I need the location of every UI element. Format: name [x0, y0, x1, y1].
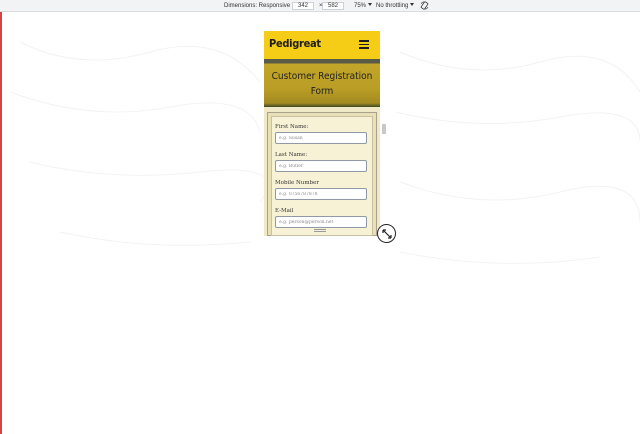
width-input[interactable]: 342: [292, 2, 314, 10]
drag-grip-icon[interactable]: [314, 229, 326, 232]
throttling-dropdown[interactable]: No throttling: [376, 2, 415, 10]
email-label: E-Mail: [275, 208, 294, 214]
caret-down-icon: [410, 3, 415, 6]
navbar: Pedigreat: [264, 31, 380, 59]
registration-form: First Name: Last Name: Mobile Number E-M…: [267, 112, 377, 236]
last-name-label: Last Name:: [275, 152, 308, 158]
hamburger-menu-icon[interactable]: [359, 40, 369, 49]
dimensions-label: Dimensions: Responsive: [224, 3, 291, 9]
devtools-toolbar: Dimensions: Responsive 342 × 582 75% No …: [0, 0, 640, 12]
zoom-dropdown[interactable]: 75%: [354, 2, 373, 10]
last-name-input[interactable]: [275, 160, 367, 172]
device-viewport[interactable]: Pedigreat Customer Registration Form Fir…: [264, 31, 380, 236]
first-name-label: First Name:: [275, 124, 309, 130]
brand-logo[interactable]: Pedigreat: [269, 37, 321, 50]
hero-title: Customer Registration Form: [268, 69, 376, 99]
resize-icon[interactable]: [377, 224, 396, 243]
scrollbar-thumb[interactable]: [382, 124, 386, 134]
height-input[interactable]: 582: [322, 2, 344, 10]
hero-title-line1: Customer Registration: [271, 71, 373, 82]
caret-down-icon: [368, 3, 373, 6]
form-panel: First Name: Last Name: Mobile Number E-M…: [271, 116, 373, 236]
mobile-number-label: Mobile Number: [275, 180, 319, 186]
first-name-input[interactable]: [275, 132, 367, 144]
hero-title-line2: Form: [310, 86, 334, 97]
rotate-icon[interactable]: [420, 1, 429, 10]
dimensions-dropdown[interactable]: Dimensions: Responsive: [224, 2, 297, 10]
mobile-number-input[interactable]: [275, 188, 367, 200]
email-input[interactable]: [275, 216, 367, 228]
throttling-label: No throttling: [376, 3, 409, 9]
zoom-label: 75%: [354, 3, 367, 9]
